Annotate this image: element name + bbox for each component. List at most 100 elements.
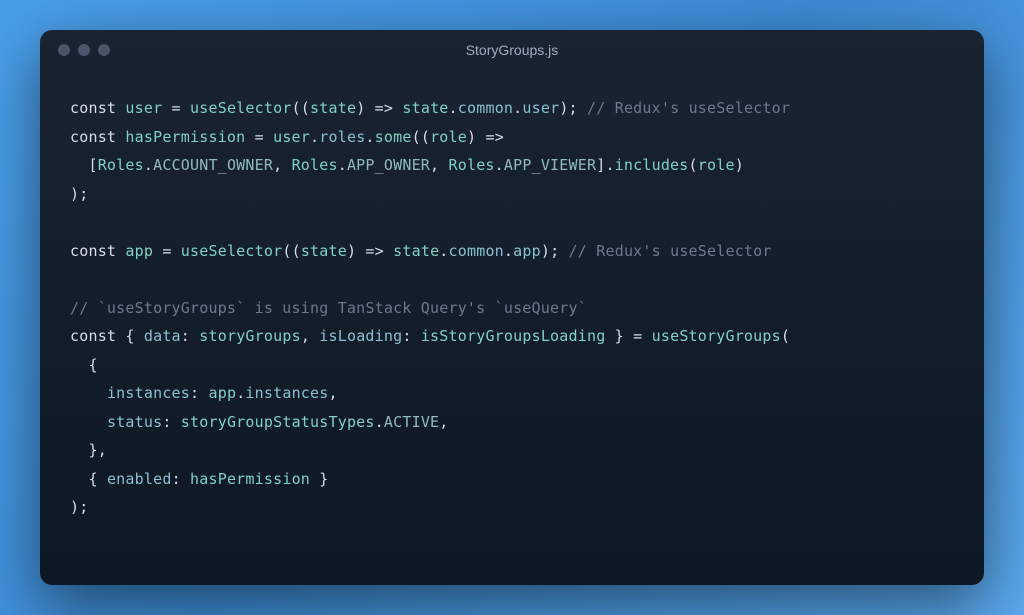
comma: , xyxy=(273,156,291,174)
dot: . xyxy=(338,156,347,174)
brace: } xyxy=(605,327,633,345)
close-paren: ); xyxy=(70,185,88,203)
constant: APP_VIEWER xyxy=(504,156,596,174)
key: data xyxy=(144,327,181,345)
property: common xyxy=(458,99,513,117)
paren: ) xyxy=(347,242,356,260)
identifier: Roles xyxy=(98,156,144,174)
comment: // Redux's useSelector xyxy=(559,242,771,260)
identifier: storyGroups xyxy=(199,327,301,345)
paren: (( xyxy=(412,128,430,146)
paren: (( xyxy=(282,242,300,260)
paren: ) xyxy=(467,128,476,146)
method: includes xyxy=(615,156,689,174)
comment-line: // `useStoryGroups` is using TanStack Qu… xyxy=(70,299,587,317)
dot: . xyxy=(144,156,153,174)
brace: { xyxy=(116,327,144,345)
traffic-lights xyxy=(58,44,110,56)
titlebar: StoryGroups.js xyxy=(40,30,984,70)
key: isLoading xyxy=(319,327,402,345)
colon: : xyxy=(181,327,199,345)
brace: { xyxy=(88,356,97,374)
identifier: hasPermission xyxy=(190,470,310,488)
arrow: => xyxy=(365,99,402,117)
zoom-icon[interactable] xyxy=(98,44,110,56)
colon: : xyxy=(402,327,420,345)
identifier: app xyxy=(208,384,236,402)
identifier: user xyxy=(273,128,310,146)
brace: } xyxy=(310,470,328,488)
constant: APP_OWNER xyxy=(347,156,430,174)
dot: . xyxy=(605,156,614,174)
paren: (( xyxy=(292,99,310,117)
property: instances xyxy=(245,384,328,402)
identifier: Roles xyxy=(449,156,495,174)
operator: = xyxy=(633,327,651,345)
comment: // Redux's useSelector xyxy=(578,99,790,117)
param: state xyxy=(310,99,356,117)
indent xyxy=(70,413,107,431)
dot: . xyxy=(504,242,513,260)
identifier: isStoryGroupsLoading xyxy=(421,327,606,345)
function-call: useSelector xyxy=(181,242,283,260)
colon: : xyxy=(162,413,180,431)
param: state xyxy=(301,242,347,260)
operator: = xyxy=(245,128,273,146)
identifier: user xyxy=(125,99,162,117)
bracket: [ xyxy=(88,156,97,174)
identifier: state xyxy=(402,99,448,117)
colon: : xyxy=(172,470,190,488)
keyword-const: const xyxy=(70,128,116,146)
brace: { xyxy=(88,470,106,488)
key: enabled xyxy=(107,470,172,488)
constant: ACCOUNT_OWNER xyxy=(153,156,273,174)
identifier: Roles xyxy=(292,156,338,174)
arrow: => xyxy=(476,128,504,146)
function-call: useSelector xyxy=(190,99,292,117)
param: role xyxy=(698,156,735,174)
brace: }, xyxy=(88,441,106,459)
arrow: => xyxy=(356,242,393,260)
identifier: hasPermission xyxy=(125,128,245,146)
comma: , xyxy=(430,156,448,174)
minimize-icon[interactable] xyxy=(78,44,90,56)
dot: . xyxy=(365,128,374,146)
identifier: state xyxy=(393,242,439,260)
code-area: const user = useSelector((state) => stat… xyxy=(40,70,984,546)
identifier: storyGroupStatusTypes xyxy=(181,413,375,431)
indent xyxy=(70,441,88,459)
paren: ( xyxy=(781,327,790,345)
indent xyxy=(70,156,88,174)
dot: . xyxy=(439,242,448,260)
close-icon[interactable] xyxy=(58,44,70,56)
semicolon: ); xyxy=(541,242,559,260)
keyword-const: const xyxy=(70,327,116,345)
property: app xyxy=(513,242,541,260)
key: instances xyxy=(107,384,190,402)
key: status xyxy=(107,413,162,431)
window-title: StoryGroups.js xyxy=(466,42,559,58)
function-call: useStoryGroups xyxy=(652,327,781,345)
constant: ACTIVE xyxy=(384,413,439,431)
close-paren: ); xyxy=(70,498,88,516)
dot: . xyxy=(495,156,504,174)
colon: : xyxy=(190,384,208,402)
comma: , xyxy=(439,413,448,431)
dot: . xyxy=(310,128,319,146)
keyword-const: const xyxy=(70,99,116,117)
property: user xyxy=(522,99,559,117)
param: role xyxy=(430,128,467,146)
semicolon: ); xyxy=(559,99,577,117)
dot: . xyxy=(449,99,458,117)
indent xyxy=(70,356,88,374)
property: roles xyxy=(319,128,365,146)
dot: . xyxy=(513,99,522,117)
property: common xyxy=(449,242,504,260)
identifier: app xyxy=(125,242,153,260)
comma: , xyxy=(301,327,319,345)
operator: = xyxy=(162,99,190,117)
dot: . xyxy=(375,413,384,431)
indent xyxy=(70,384,107,402)
comma: , xyxy=(329,384,338,402)
method: some xyxy=(375,128,412,146)
